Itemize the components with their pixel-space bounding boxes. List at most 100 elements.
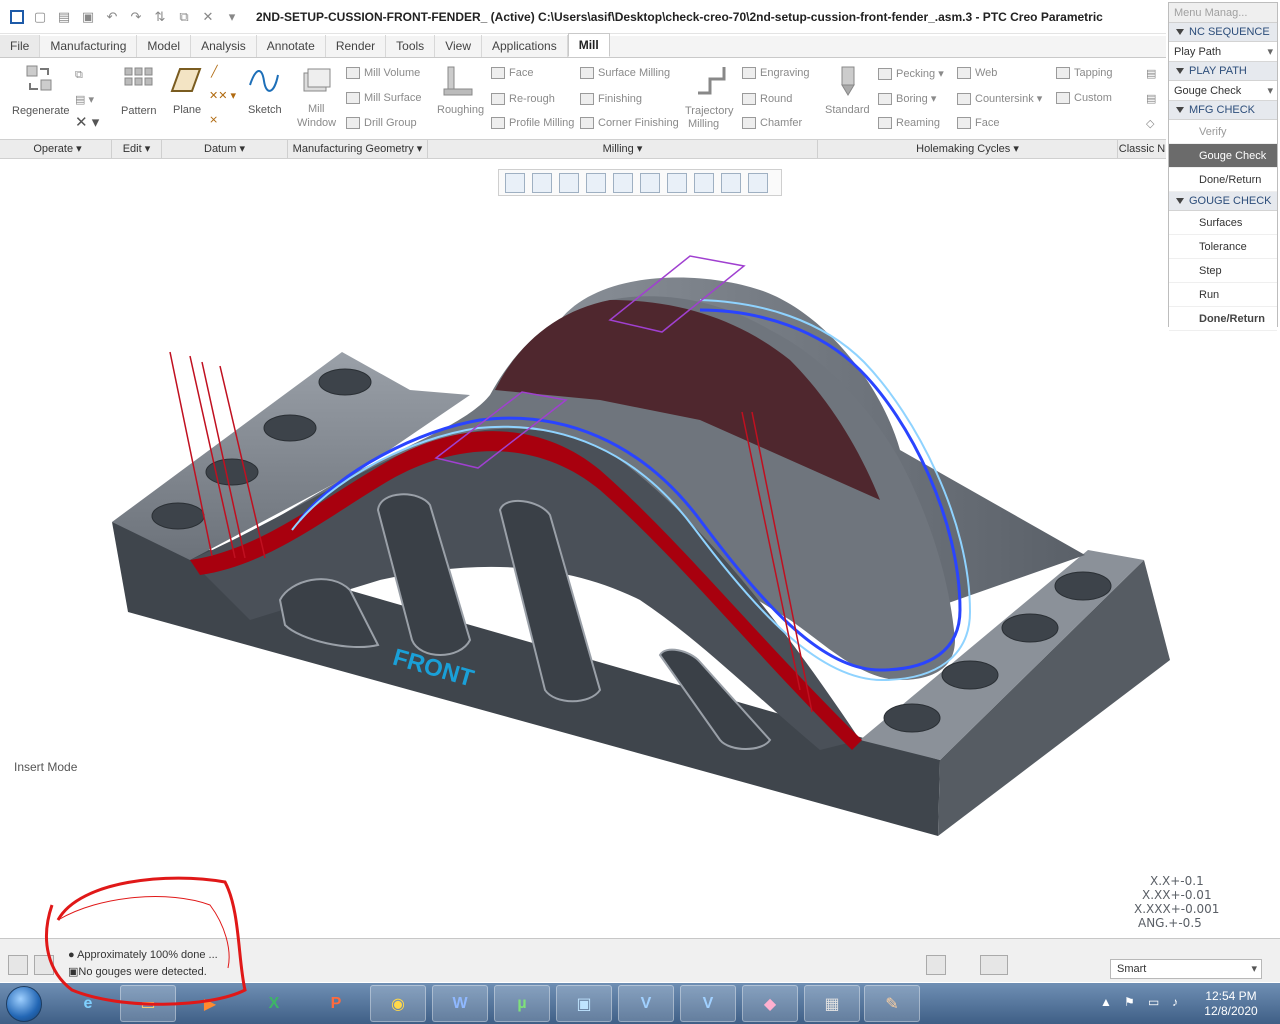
web-button[interactable]: Web [957, 67, 997, 80]
taskbar-explorer-icon[interactable]: ▭ [120, 985, 176, 1022]
standard-button[interactable]: Standard [825, 104, 870, 116]
countersink-button[interactable]: Countersink ▾ [957, 92, 1042, 106]
tab-mill[interactable]: Mill [567, 33, 610, 57]
group-operate[interactable]: Operate ▾ [4, 140, 112, 158]
customize-toolbar-icon[interactable]: ▾ [224, 9, 240, 25]
tab-model[interactable]: Model [137, 35, 192, 57]
profile-milling-button[interactable]: Profile Milling [491, 117, 574, 130]
mm-gouge-check-dropdown[interactable]: Gouge Check [1169, 81, 1277, 101]
graphics-window[interactable]: FRONT [0, 196, 1280, 936]
delete-icon[interactable]: ✕ ▾ [75, 113, 99, 131]
point-icon[interactable]: ✕✕ ▾ [209, 89, 236, 102]
corner-finishing-button[interactable]: Corner Finishing [580, 117, 679, 130]
tab-tools[interactable]: Tools [386, 35, 436, 57]
navigator-toggle-icon[interactable] [8, 955, 28, 975]
mm-verify[interactable]: Verify [1169, 120, 1277, 144]
re-rough-button[interactable]: Re-rough [491, 93, 555, 106]
taskbar-app-icon[interactable]: ◆ [742, 985, 798, 1022]
coordinate-system-icon[interactable]: ⨯ [209, 113, 218, 126]
copy-icon[interactable]: ⧉ [75, 69, 83, 82]
tab-view[interactable]: View [435, 35, 482, 57]
taskbar-powerpoint-icon[interactable]: P [308, 985, 364, 1022]
tab-render[interactable]: Render [326, 35, 387, 57]
saved-orientations-icon[interactable] [640, 172, 660, 193]
selection-filter-dropdown[interactable]: Smart [1110, 959, 1262, 979]
menu-manager-title[interactable]: Menu Manag... [1169, 3, 1277, 23]
chamfer-button[interactable]: Chamfer [742, 117, 802, 130]
plane-button[interactable]: Plane [173, 104, 201, 116]
taskbar-media-icon[interactable]: ▶ [182, 985, 238, 1022]
mill-volume-button[interactable]: Mill Volume [346, 67, 420, 80]
tab-file[interactable]: File [0, 35, 41, 57]
round-button[interactable]: Round [742, 93, 792, 106]
annotation-display-icon[interactable] [721, 172, 741, 193]
spin-center-icon[interactable] [748, 172, 768, 193]
save-icon[interactable]: ▣ [80, 9, 96, 25]
trajectory-milling-label-1[interactable]: Trajectory [685, 105, 734, 117]
axis-icon[interactable]: ╱ [211, 65, 218, 78]
view-manager-icon[interactable] [667, 172, 687, 193]
tray-volume-icon[interactable]: ♪ [1172, 995, 1178, 1009]
taskbar-chrome-icon[interactable]: ◉ [370, 985, 426, 1022]
creo-app-icon[interactable] [10, 9, 24, 24]
display-style-icon[interactable] [613, 172, 633, 193]
taskbar-v-app-2-icon[interactable]: V [680, 985, 736, 1022]
datum-display-icon[interactable] [694, 172, 714, 193]
taskbar-network-icon[interactable]: ▦ [804, 985, 860, 1022]
taskbar-excel-icon[interactable]: X [246, 985, 302, 1022]
paste-icon[interactable]: ▤ ▾ [75, 93, 94, 106]
tray-network-icon[interactable]: ▭ [1148, 995, 1159, 1009]
taskbar-word-icon[interactable]: W [432, 985, 488, 1022]
finishing-button[interactable]: Finishing [580, 93, 642, 106]
mm-gouge-check[interactable]: Gouge Check [1169, 144, 1277, 168]
reaming-button[interactable]: Reaming [878, 117, 940, 130]
refit-icon[interactable] [505, 172, 525, 193]
redo-icon[interactable]: ↷ [128, 9, 144, 25]
pattern-button[interactable]: Pattern [121, 105, 156, 117]
group-classic[interactable]: Classic N [1118, 140, 1166, 158]
taskbar-creo-icon[interactable]: ▣ [556, 985, 612, 1022]
group-holemaking[interactable]: Holemaking Cycles ▾ [818, 140, 1118, 158]
taskbar-utorrent-icon[interactable]: µ [494, 985, 550, 1022]
mm-nc-sequence-header[interactable]: NC SEQUENCE [1169, 23, 1277, 42]
repaint-icon[interactable] [586, 172, 606, 193]
part-model[interactable]: FRONT [112, 255, 1170, 836]
group-datum[interactable]: Datum ▾ [162, 140, 288, 158]
start-button[interactable] [6, 986, 42, 1022]
trajectory-milling-label-2[interactable]: Milling [688, 118, 719, 130]
face-mill-button[interactable]: Face [491, 67, 533, 80]
face-hole-button[interactable]: Face [957, 117, 999, 130]
regenerate-button[interactable]: Regenerate [12, 105, 70, 117]
custom-button[interactable]: Custom [1056, 92, 1112, 105]
mill-window-label-2[interactable]: Window [297, 117, 336, 129]
zoom-in-icon[interactable] [532, 172, 552, 193]
tab-applications[interactable]: Applications [482, 35, 568, 57]
engraving-button[interactable]: Engraving [742, 67, 810, 80]
mm-done-return[interactable]: Done/Return [1169, 168, 1277, 192]
taskbar-v-app-1-icon[interactable]: V [618, 985, 674, 1022]
drill-group-button[interactable]: Drill Group [346, 117, 417, 130]
undo-icon[interactable]: ↶ [104, 9, 120, 25]
windows-icon[interactable]: ⧉ [176, 9, 192, 25]
mill-surface-button[interactable]: Mill Surface [346, 92, 421, 105]
tray-flag-icon[interactable]: ⚑ [1124, 995, 1135, 1009]
roughing-button[interactable]: Roughing [437, 104, 484, 116]
boring-button[interactable]: Boring ▾ [878, 92, 936, 106]
mill-window-label-1[interactable]: Mill [308, 103, 325, 115]
classic-icon-3[interactable]: ◇ [1146, 117, 1154, 130]
find-binoculars-icon[interactable] [980, 955, 1008, 975]
tapping-button[interactable]: Tapping [1056, 67, 1113, 80]
surface-milling-button[interactable]: Surface Milling [580, 67, 670, 80]
mm-play-path-header[interactable]: PLAY PATH [1169, 62, 1277, 81]
mm-play-path-dropdown[interactable]: Play Path [1169, 42, 1277, 62]
sketch-button[interactable]: Sketch [248, 104, 282, 116]
tab-analysis[interactable]: Analysis [191, 35, 257, 57]
classic-icon-1[interactable]: ▤ [1146, 67, 1156, 80]
pecking-button[interactable]: Pecking ▾ [878, 67, 944, 81]
mm-mfg-check-header[interactable]: MFG CHECK [1169, 101, 1277, 120]
taskbar-paint-icon[interactable]: ✎ [864, 985, 920, 1022]
flag-icon[interactable] [926, 955, 946, 975]
tray-expand-icon[interactable]: ▲ [1100, 995, 1112, 1009]
new-file-icon[interactable]: ▢ [32, 9, 48, 25]
taskbar-ie-icon[interactable]: e [60, 985, 116, 1022]
